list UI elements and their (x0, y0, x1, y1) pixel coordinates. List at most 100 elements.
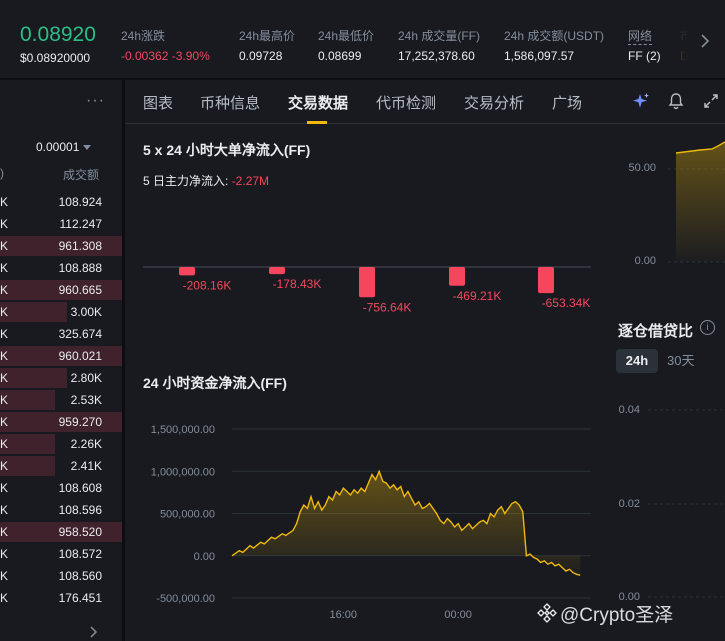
book-row-total: 325.674 (58, 327, 102, 341)
inflow-bar (269, 267, 285, 275)
book-row-total: 108.560 (58, 569, 102, 583)
stat-low: 24h最低价 0.08699 (318, 27, 374, 63)
book-row-total: 958.520 (58, 525, 102, 539)
stat-high-label: 24h最高价 (239, 29, 296, 43)
period-24h-button[interactable]: 24h (616, 349, 658, 373)
inflow-bar-label: -653.34K (542, 296, 591, 310)
stat-volume-ff-value: 17,252,378.60 (398, 49, 475, 63)
depth-bar (0, 434, 55, 454)
right-bottom-tick: 0.04 (618, 404, 640, 416)
stat-low-value: 0.08699 (318, 49, 362, 63)
book-row-amount: K (0, 415, 9, 429)
order-book-row[interactable]: K 3.00K (0, 301, 122, 323)
ticker-scroll-right[interactable] (688, 0, 725, 78)
inflow-bar (449, 267, 465, 286)
chevron-right-icon (701, 34, 710, 48)
book-row-amount: K (0, 569, 9, 583)
stat-change: 24h涨跌 -0.00362 -3.90% (121, 27, 210, 63)
order-book-row[interactable]: K 112.247 (0, 213, 122, 235)
precision-select[interactable]: 0.00001 (36, 140, 92, 154)
order-book-row[interactable]: K 2.53K (0, 389, 122, 411)
last-price: 0.08920 (20, 23, 96, 46)
order-book-row[interactable]: K 960.021 (0, 345, 122, 367)
order-book-row[interactable]: K 2.41K (0, 455, 122, 477)
order-book-row[interactable]: K 108.560 (0, 565, 122, 587)
book-row-total: 108.924 (58, 195, 102, 209)
order-book-row[interactable]: K 2.80K (0, 367, 122, 389)
tab-coin-info[interactable]: 币种信息 (200, 92, 260, 113)
book-row-total: 959.270 (58, 415, 102, 429)
last-price-usd: $0.08920000 (20, 51, 91, 65)
stat-network-label: 网络 (628, 29, 653, 45)
y-tick-label: 500,000.00 (160, 509, 215, 521)
y-tick-label: 1,000,000.00 (151, 466, 215, 478)
stat-network[interactable]: 网络 FF (2) (628, 27, 661, 63)
order-book-row[interactable]: K 108.924 (0, 191, 122, 213)
order-book-row[interactable]: K 108.596 (0, 499, 122, 521)
expand-icon[interactable] (702, 92, 720, 110)
tab-trade-analysis[interactable]: 交易分析 (464, 92, 524, 113)
order-book-row[interactable]: K 958.520 (0, 521, 122, 543)
inflow-bar (538, 267, 554, 294)
depth-bar (0, 302, 67, 322)
depth-bar (0, 456, 55, 476)
book-row-total: 2.80K (70, 371, 102, 385)
y-tick-label: 0.00 (194, 551, 215, 563)
book-row-total: 2.41K (70, 459, 102, 473)
order-book-row[interactable]: K 960.665 (0, 279, 122, 301)
stat-change-label: 24h涨跌 (121, 29, 166, 43)
stat-high: 24h最高价 0.09728 (239, 27, 295, 63)
stat-network-value: FF (2) (628, 49, 661, 63)
five-day-inflow-label: 5 日主力净流入: (143, 174, 229, 188)
five-day-inflow-summary: 5 日主力净流入: -2.27M (143, 172, 269, 189)
depth-bar (0, 368, 67, 388)
order-book-row[interactable]: K 108.572 (0, 543, 122, 565)
book-row-total: 2.26K (70, 437, 102, 451)
period-30d-button[interactable]: 30天 (667, 349, 694, 373)
book-row-total: 961.308 (58, 239, 102, 253)
right-top-tick: 50.00 (628, 162, 656, 174)
book-row-total: 108.888 (58, 261, 102, 275)
order-book-row[interactable]: K 959.270 (0, 411, 122, 433)
book-row-total: 108.608 (58, 481, 102, 495)
chevron-right-icon[interactable] (90, 626, 98, 638)
bell-icon[interactable] (667, 92, 685, 110)
inflow-bar (179, 267, 195, 276)
stat-high-value: 0.09728 (239, 49, 283, 63)
right-top-tick: 0.00 (634, 255, 656, 267)
book-row-total: 960.665 (58, 283, 102, 297)
tab-chart[interactable]: 图表 (143, 92, 173, 113)
stat-change-value: -0.00362 -3.90% (121, 49, 210, 63)
book-row-amount: K (0, 327, 9, 341)
stat-volume-ff-label: 24h 成交量(FF) (398, 29, 481, 43)
tab-trading-data[interactable]: 交易数据 (288, 92, 348, 113)
info-icon[interactable]: i (700, 320, 715, 335)
order-book-row[interactable]: K 108.608 (0, 477, 122, 499)
order-book-row[interactable]: K 108.888 (0, 257, 122, 279)
x-tick-label: 00:00 (444, 609, 472, 621)
section-title-big-order-inflow: 5 x 24 小时大单净流入(FF) (143, 142, 311, 158)
book-row-amount: K (0, 217, 9, 231)
book-row-amount: K (0, 283, 9, 297)
tab-token-check[interactable]: 代币检测 (376, 92, 436, 113)
book-header-amount: ) (0, 166, 4, 180)
order-book-row[interactable]: K 961.308 (0, 235, 122, 257)
net-inflow-area-chart: 1,500,000.00 1,000,000.00 500,000.00 0.00 -5… (151, 424, 591, 621)
caret-down-icon (83, 145, 92, 151)
ai-sparkle-icon[interactable] (632, 92, 650, 110)
book-row-total: 112.247 (59, 217, 103, 231)
book-row-amount: K (0, 437, 9, 451)
order-book-row[interactable]: K 2.26K (0, 433, 122, 455)
book-row-total: 108.572 (58, 547, 102, 561)
order-book-row[interactable]: K 176.451 (0, 587, 122, 609)
book-row-amount: K (0, 349, 9, 363)
y-tick-label: -500,000.00 (156, 593, 215, 605)
net-inflow-area (232, 471, 581, 576)
tab-square[interactable]: 广场 (552, 92, 582, 113)
order-book-row[interactable]: K 325.674 (0, 323, 122, 345)
inflow-bar-label: -178.43K (273, 277, 322, 291)
book-row-total: 3.00K (70, 305, 102, 319)
right-bottom-tick: 0.02 (618, 498, 640, 510)
book-row-amount: K (0, 195, 9, 209)
more-icon[interactable]: ··· (86, 92, 105, 110)
